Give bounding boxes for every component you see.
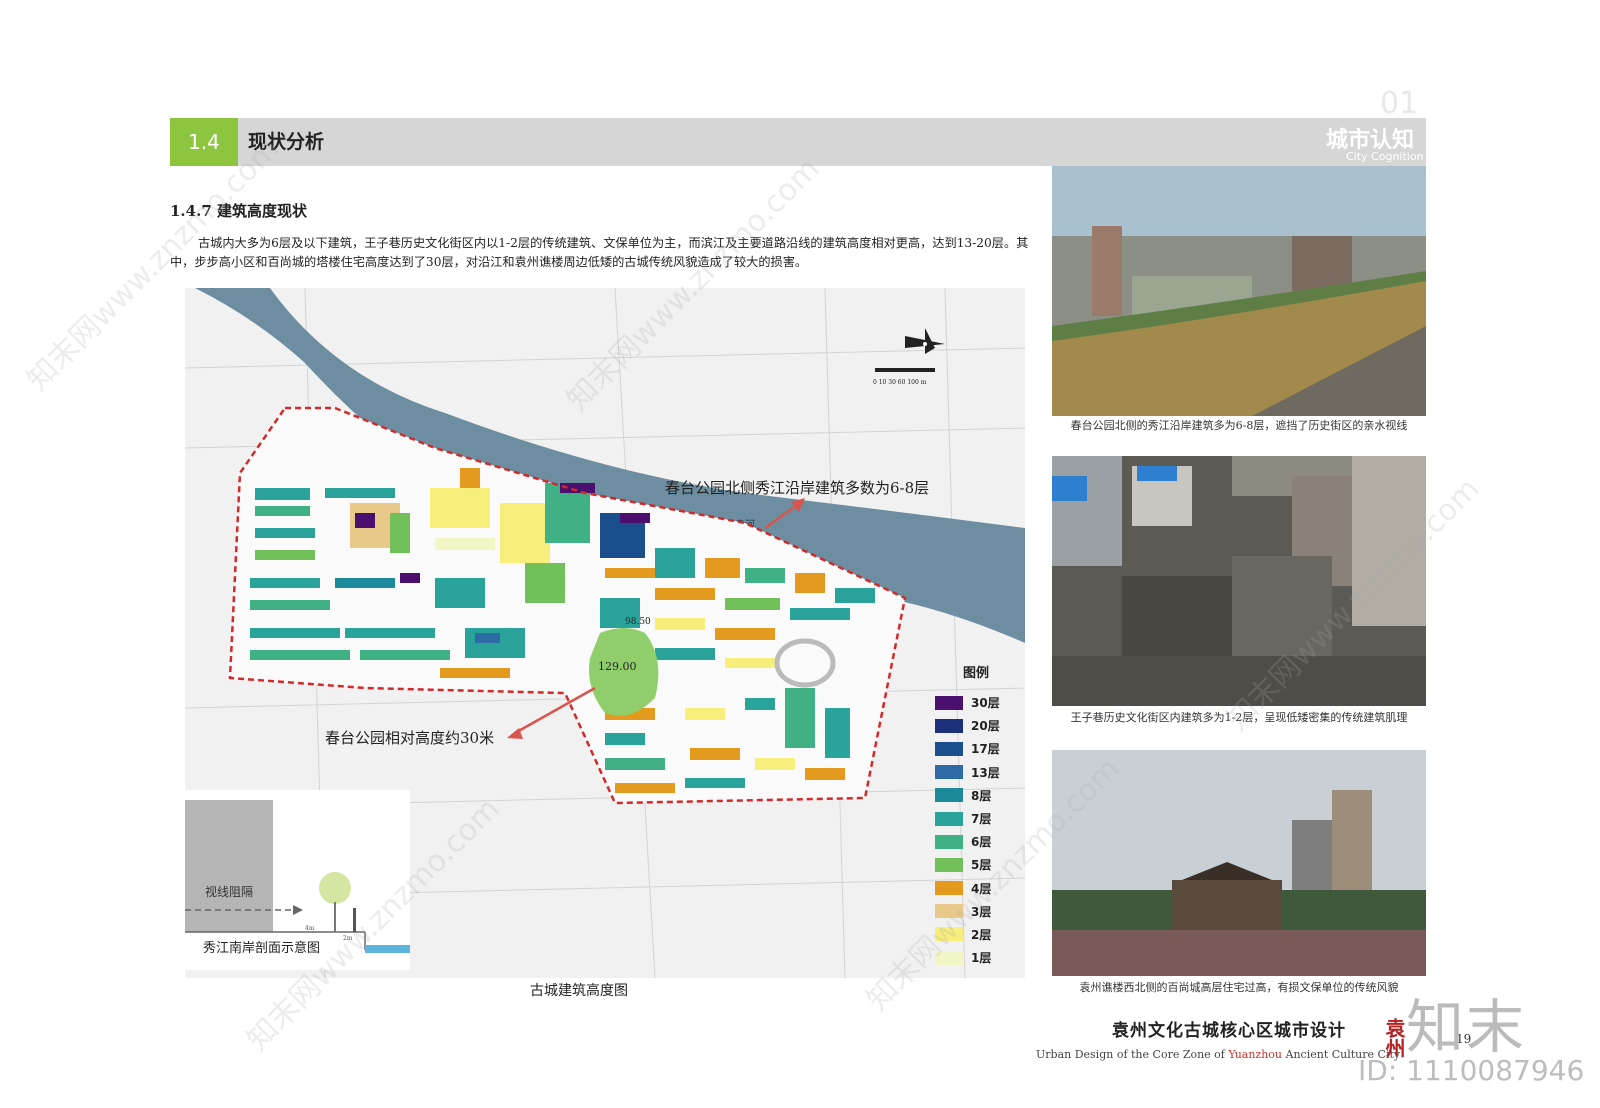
footer-title: 袁州文化古城核心区城市设计 [1112,1021,1346,1041]
legend-item: 20层 [935,714,1025,737]
watermark-id: ID: 1110087946 [1358,1054,1585,1087]
sight-block-label: 视线阻隔 [205,884,253,899]
footer-en-prefix: Urban Design of the Core Zone of [1036,1048,1225,1061]
legend-swatch [935,904,963,919]
seal-logo: 袁州 [1382,1018,1406,1058]
legend-item: 3层 [935,900,1025,923]
legend-label: 17层 [971,742,1000,757]
legend-item: 1层 [935,946,1025,969]
legend-swatch [935,718,963,733]
section-number: 1.4 [170,118,238,166]
elevation-point: 98.50 [625,617,651,627]
photo-riverside [1052,166,1426,416]
legend-swatch [935,834,963,849]
photo-old-district [1052,456,1426,706]
legend-swatch [935,927,963,942]
legend-item: 4层 [935,877,1025,900]
photo-caption-3: 袁州谯楼西北侧的百尚城高层住宅过高，有损文保单位的传统风貌 [1079,981,1399,994]
photo-caption-1: 春台公园北侧的秀江沿岸建筑多为6-8层，遮挡了历史街区的亲水视线 [1070,419,1408,432]
watermark-brand: 知末 [1406,993,1527,1061]
footer-en: Urban Design of the Core Zone of Yuanzho… [1036,1048,1400,1061]
legend-swatch [935,788,963,803]
legend-label: 4层 [971,881,992,896]
legend-swatch [935,695,963,710]
subsection-title: 1.4.7 建筑高度现状 [170,202,307,220]
building-block [185,800,273,932]
legend-item: 17层 [935,737,1025,760]
dim-b: 2m [343,935,353,942]
legend-item: 5层 [935,853,1025,876]
scale-bar [875,368,935,372]
legend-swatch [935,857,963,872]
person [353,908,356,932]
legend-swatch [935,950,963,965]
legend-label: 6层 [971,835,992,850]
legend-label: 20层 [971,719,1000,734]
legend-label: 5层 [971,858,992,873]
legend-title: 图例 [963,666,990,681]
intro-paragraph: 古城内大多为6层及以下建筑，王子巷历史文化街区内以1-2层的传统建筑、文保单位为… [170,236,1029,269]
scale-text: 0 10 30 60 100 m [873,379,927,386]
legend-label: 3层 [971,904,992,919]
legend-label: 8层 [971,788,992,803]
chapter-title-en: City Cognition [1346,150,1424,163]
legend-swatch [935,741,963,756]
legend-item: 8层 [935,784,1025,807]
water [365,945,410,953]
legend-swatch [935,765,963,780]
legend-item: 30层 [935,691,1025,714]
footer-en-highlight: Yuanzhou [1228,1048,1283,1061]
photo-drum-tower [1052,750,1426,976]
section-title: 现状分析 [248,131,325,153]
elevation-park: 129.00 [598,660,637,673]
photo-caption-2: 王子巷历史文化街区内建筑多为1-2层，呈现低矮密集的传统建筑肌理 [1070,711,1408,724]
legend-item: 7层 [935,807,1025,830]
legend-label: 13层 [971,765,1000,780]
tree [319,872,351,904]
header-bar [170,118,1426,166]
legend-item: 6层 [935,830,1025,853]
legend: 图例 30层 20层 17层 13层 8层 7层 6层 5层 4层 3层 2层 1层 [935,662,1025,969]
legend-label: 7层 [971,812,992,827]
legend-label: 2层 [971,927,992,942]
legend-item: 2层 [935,923,1025,946]
legend-swatch [935,881,963,896]
legend-swatch [935,811,963,826]
legend-label: 30层 [971,696,1000,711]
section-caption: 秀江南岸剖面示意图 [203,940,320,956]
section-diagram: 视线阻隔 4m 2m 秀江南岸剖面示意图 [185,790,410,970]
legend-label: 1层 [971,951,992,966]
annotation-north: 春台公园北侧秀江沿岸建筑多数为6-8层 [665,479,929,497]
legend-item: 13层 [935,761,1025,784]
chapter-number: 01 [1380,86,1419,121]
dim-a: 4m [305,925,315,932]
map-caption: 古城建筑高度图 [530,983,628,999]
legend-rows: 30层 20层 17层 13层 8层 7层 6层 5层 4层 3层 2层 1层 [935,691,1025,969]
annotation-park: 春台公园相对高度约30米 [325,729,494,747]
